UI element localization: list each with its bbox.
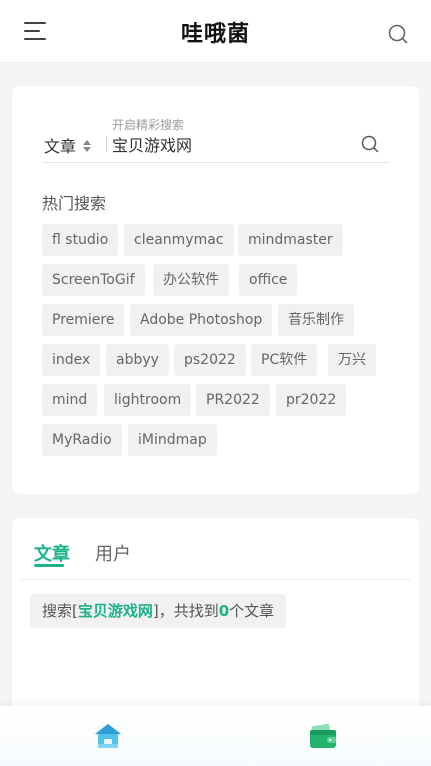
hot-tag[interactable]: fl studio	[42, 224, 119, 256]
hot-tag[interactable]: MyRadio	[42, 424, 122, 456]
home-icon[interactable]	[93, 722, 123, 750]
tab-divider	[20, 579, 411, 580]
result-mid: ]，共找到	[152, 602, 219, 620]
hot-tag[interactable]: abbyy	[106, 344, 169, 376]
search-result-summary: 搜索[宝贝游戏网]，共找到0个文章	[30, 594, 287, 628]
hot-tag[interactable]: 办公软件	[153, 264, 229, 296]
search-type-label: 文章	[44, 137, 77, 156]
hot-tag[interactable]: Premiere	[42, 304, 125, 336]
hot-tag[interactable]: Adobe Photoshop	[130, 304, 273, 336]
hot-tag[interactable]: mindmaster	[238, 224, 343, 256]
hot-tag[interactable]: cleanmymac	[124, 224, 234, 256]
hot-tag[interactable]: office	[239, 264, 298, 296]
search-input[interactable]	[112, 132, 352, 156]
hot-tag[interactable]: ps2022	[174, 344, 246, 376]
hot-tag[interactable]: lightroom	[104, 384, 192, 416]
search-hint: 开启精彩搜索	[112, 118, 185, 132]
site-logo[interactable]: 哇哦菌	[0, 16, 431, 48]
result-count: 0	[218, 602, 230, 620]
search-card: 开启精彩搜索 文章 热门搜索 fl studio cleanmymac mind…	[12, 86, 419, 494]
search-icon[interactable]	[386, 22, 410, 46]
hot-tag[interactable]: 音乐制作	[278, 304, 354, 336]
hot-tag[interactable]: index	[42, 344, 101, 376]
hot-tag[interactable]: pr2022	[276, 384, 347, 416]
result-prefix: 搜索[	[42, 602, 78, 620]
hot-tag[interactable]: 万兴	[328, 344, 376, 376]
result-keyword: 宝贝游戏网	[77, 602, 153, 620]
result-suffix: 个文章	[229, 602, 275, 620]
wallet-icon[interactable]	[308, 722, 338, 750]
search-submit-icon[interactable]	[360, 134, 380, 154]
search-type-select[interactable]: 文章	[44, 134, 107, 156]
select-divider	[106, 136, 107, 152]
hot-tag[interactable]: PC软件	[251, 344, 318, 376]
tab-articles[interactable]: 文章	[34, 540, 70, 566]
hot-search-title: 热门搜索	[42, 194, 107, 213]
hot-tag[interactable]: iMindmap	[128, 424, 217, 456]
top-header: 哇哦菌	[0, 0, 431, 63]
active-tab-indicator	[34, 564, 64, 567]
bottom-nav	[0, 706, 431, 766]
tab-users[interactable]: 用户	[95, 540, 131, 566]
search-underline	[42, 162, 390, 163]
hot-tag[interactable]: PR2022	[196, 384, 270, 416]
hot-tag[interactable]: mind	[42, 384, 98, 416]
hot-tag[interactable]: ScreenToGif	[42, 264, 145, 296]
sort-arrows-icon	[82, 138, 92, 152]
results-card: 文章 用户 搜索[宝贝游戏网]，共找到0个文章	[12, 518, 419, 738]
